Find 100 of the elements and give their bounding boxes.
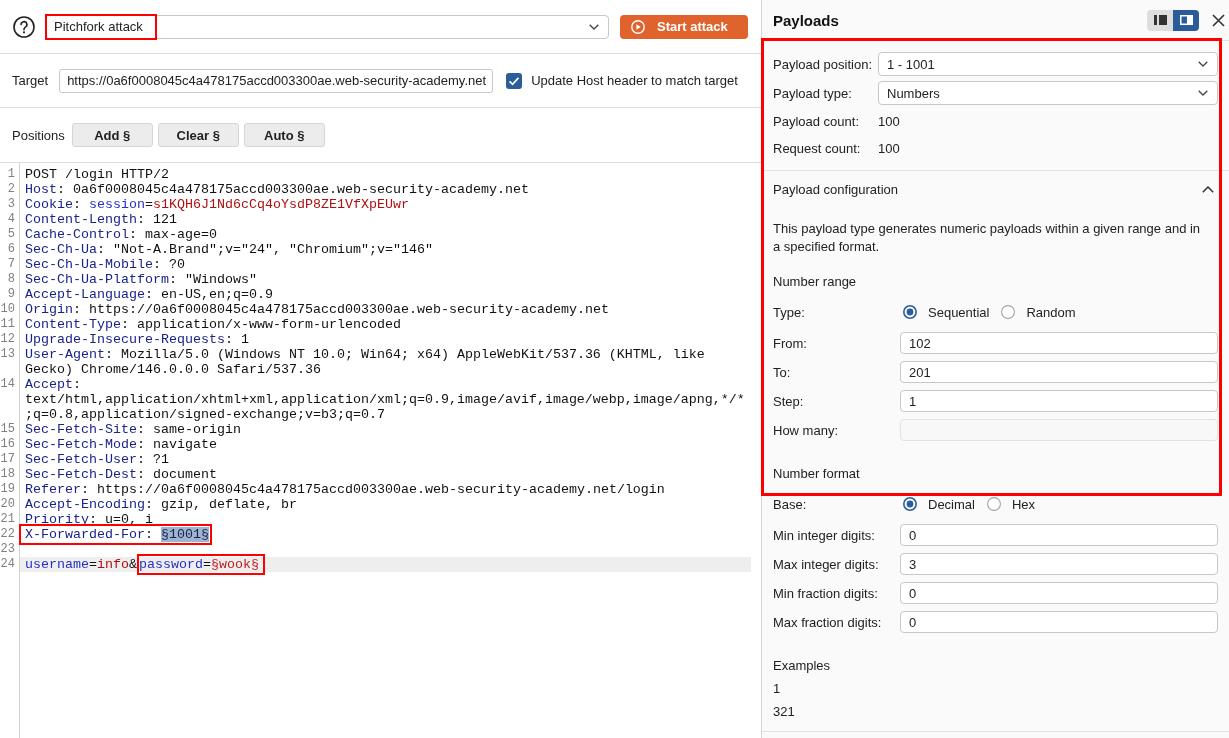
number-field[interactable]: 102: [900, 332, 1218, 354]
code-text: Sec-Fetch-Site: same-origin: [25, 422, 241, 437]
number-field[interactable]: 0: [900, 524, 1218, 546]
code-text: Accept:: [25, 377, 81, 392]
code-text: username=info&: [25, 557, 137, 572]
sidebar-left-icon: [1153, 14, 1167, 26]
section-heading: Number format: [773, 465, 861, 483]
code-text: Referer: https://0a6f0008045c4a478175accd003300ae.web-security-academy.net/login: [25, 482, 665, 497]
line-number: 12: [0, 332, 16, 347]
code-text: password=§wook§: [139, 557, 259, 572]
radio-button[interactable]: [903, 497, 917, 511]
line-number: 19: [0, 482, 16, 497]
code-text: Cookie: session=s1KQH6J1Nd6cCq4oYsdP8ZE1VfXpEUwr: [25, 197, 409, 212]
field-label: Payload count:: [773, 113, 860, 129]
field-label: Max integer digits:: [773, 556, 880, 572]
line-number: 22: [0, 527, 16, 542]
code-text: Cache-Control: max-age=0: [25, 227, 217, 242]
number-field[interactable]: 0: [900, 611, 1218, 633]
line-number: 23: [0, 542, 16, 557]
number-field[interactable]: 201: [900, 361, 1218, 383]
help-icon[interactable]: [13, 15, 35, 38]
checkbox[interactable]: [506, 72, 523, 89]
sidebar-right-icon: [1179, 14, 1193, 26]
line-number: 7: [6, 257, 16, 272]
code-text: Host: 0a6f0008045c4a478175accd003300ae.web-security-academy.net: [25, 182, 529, 197]
line-number: 18: [0, 467, 16, 482]
dropdown[interactable]: Numbers: [878, 81, 1218, 105]
target-label: Target: [12, 73, 49, 88]
example-value: 321: [773, 703, 796, 721]
play-icon: [631, 19, 645, 34]
code-text: User-Agent: Mozilla/5.0 (Windows NT 10.0; Win64; x64) AppleWebKit/537.36 (KHTML, like: [25, 347, 705, 362]
radio-label[interactable]: Random: [1026, 304, 1076, 320]
field-label: How many:: [773, 422, 840, 438]
code-text: Sec-Ch-Ua-Mobile: ?0: [25, 257, 185, 272]
section-heading: Number range: [773, 273, 858, 291]
line-number: 9: [6, 287, 16, 302]
code-text: POST /login HTTP/2: [25, 167, 169, 182]
field-label: Payload position:: [773, 56, 873, 72]
field-label: Type:: [773, 304, 806, 320]
number-field[interactable]: 1: [900, 390, 1218, 412]
line-number: 21: [0, 512, 16, 527]
code-text: ;q=0.8,application/signed-exchange;v=b3;q=0.7: [25, 407, 385, 422]
radio-label[interactable]: Hex: [1011, 496, 1036, 512]
radio-button[interactable]: [903, 305, 917, 319]
layout-toggle[interactable]: [1173, 9, 1199, 31]
position-button[interactable]: Add §: [71, 123, 153, 147]
panel-title: Payloads: [773, 11, 839, 29]
line-number: 4: [6, 212, 16, 227]
radio-button[interactable]: [986, 497, 1001, 511]
field-label: Request count:: [773, 140, 862, 156]
field-label: Step:: [773, 393, 805, 409]
number-field[interactable]: 0: [900, 582, 1218, 604]
radio-label[interactable]: Decimal: [928, 496, 975, 512]
start-attack-button[interactable]: Start attack: [620, 14, 748, 39]
code-text: Sec-Ch-Ua: "Not-A.Brand";v="24", "Chromium";v="146": [25, 242, 433, 257]
line-number: 14: [0, 377, 16, 393]
collapsible-header[interactable]: Payload configuration: [773, 171, 1218, 208]
number-field[interactable]: 3: [900, 553, 1218, 575]
line-number: 2: [6, 182, 16, 197]
line-number: 3: [6, 197, 16, 212]
chevron-down-icon: [589, 23, 599, 30]
position-button[interactable]: Auto §: [243, 123, 325, 147]
target-field[interactable]: https://0a6f0008045c4a478175accd003300ae.web-security-academy.net: [59, 68, 494, 93]
field-label: To:: [773, 364, 792, 380]
checkbox-label[interactable]: Update Host header to match target: [531, 73, 738, 88]
line-number: 6: [6, 242, 16, 257]
line-number: 8: [6, 272, 16, 287]
code-text: Sec-Ch-Ua-Platform: "Windows": [25, 272, 257, 287]
position-button[interactable]: Clear §: [157, 123, 239, 147]
line-number: 20: [0, 497, 16, 512]
line-number: 10: [0, 302, 16, 317]
code-text: Accept-Encoding: gzip, deflate, br: [25, 497, 297, 512]
line-number: 5: [6, 227, 16, 242]
field-label: From:: [773, 335, 808, 351]
code-text: Content-Length: 121: [25, 212, 177, 227]
line-number: 1: [6, 167, 16, 182]
code-text: Sec-Fetch-Mode: navigate: [25, 437, 217, 452]
positions-label: Positions: [12, 127, 65, 143]
code-text: Content-Type: application/x-www-form-urlencoded: [25, 317, 401, 332]
field-label: Base:: [773, 496, 808, 512]
field-value: 100: [878, 112, 900, 131]
code-text: X-Forwarded-For: §1001§: [25, 527, 209, 542]
field-label: Payload type:: [773, 85, 853, 101]
code-text: Priority: u=0, i: [25, 512, 153, 527]
line-number: 13: [0, 347, 16, 363]
close-icon[interactable]: [1212, 13, 1225, 27]
radio-label[interactable]: Sequential: [928, 304, 990, 320]
code-text: Gecko) Chrome/146.0.0.0 Safari/537.36: [25, 362, 321, 377]
line-number: 17: [0, 452, 16, 467]
field-label: Min fraction digits:: [773, 585, 879, 601]
layout-toggle[interactable]: [1147, 9, 1173, 31]
code-text: Sec-Fetch-User: ?1: [25, 452, 169, 467]
chevron-down-icon: [1198, 90, 1208, 96]
attack-type-dropdown[interactable]: Pitchfork attack: [45, 14, 609, 39]
line-number: 16: [0, 437, 16, 452]
radio-button[interactable]: [1001, 305, 1016, 319]
dropdown[interactable]: 1 - 1001: [878, 52, 1218, 76]
line-number: 11: [0, 317, 16, 332]
code-text: text/html,application/xhtml+xml,application/xml;q=0.9,image/avif,image/webp,image/apng,*/*: [25, 392, 745, 407]
code-text: Accept-Language: en-US,en;q=0.9: [25, 287, 273, 302]
